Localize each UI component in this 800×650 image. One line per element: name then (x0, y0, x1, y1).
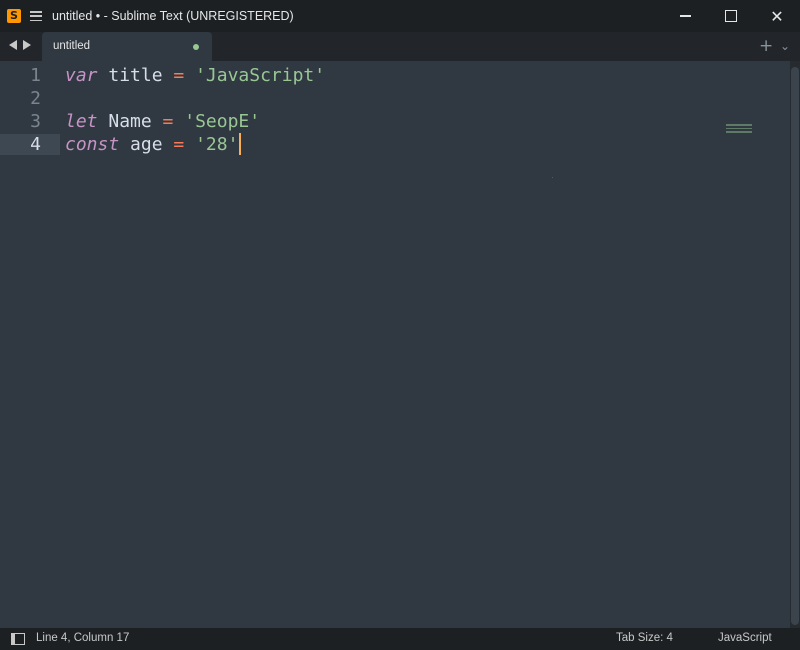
minimap[interactable] (726, 124, 752, 134)
minimize-button[interactable] (662, 0, 708, 32)
code-editor[interactable]: 1 var title = 'JavaScript' 2 3 let Name = 'S… (0, 61, 790, 628)
code-text: const age = '28' (65, 133, 242, 156)
tab-bar: untitled + ⌄ (0, 32, 800, 61)
maximize-button[interactable] (708, 0, 754, 32)
code-token-op: = (162, 111, 174, 132)
code-token-str: 'JavaScript' (195, 65, 326, 86)
code-token-id: title (97, 65, 174, 86)
new-tab-plus-icon[interactable]: + (759, 36, 773, 56)
line-number: 1 (30, 65, 41, 86)
line-number: 2 (30, 88, 41, 109)
tab-navigation (9, 40, 31, 50)
code-token-id (173, 111, 184, 132)
code-token-kw: const (65, 134, 120, 155)
code-token-str: 'SeopE' (184, 111, 261, 132)
hamburger-menu-icon[interactable] (30, 11, 42, 21)
code-token-op: = (173, 134, 185, 155)
unsaved-dot-icon[interactable] (193, 44, 199, 50)
tab-list-chevron-icon[interactable]: ⌄ (780, 39, 790, 53)
maximize-icon (725, 10, 737, 22)
code-token-kw: var (65, 65, 98, 86)
code-token-id (184, 65, 195, 86)
line-number: 3 (30, 111, 41, 132)
code-token-id (184, 134, 195, 155)
syntax-selector[interactable]: JavaScript (718, 632, 772, 644)
pixel-artifact (552, 177, 553, 178)
cursor-position[interactable]: Line 4, Column 17 (36, 632, 129, 644)
code-token-op: = (173, 65, 185, 86)
code-text: var title = 'JavaScript' (65, 64, 325, 87)
close-button[interactable]: ✕ (754, 0, 800, 32)
window-title: untitled • - Sublime Text (UNREGISTERED) (52, 9, 294, 23)
minimize-icon (679, 15, 691, 17)
code-token-id: Name (97, 111, 163, 132)
sublime-logo-icon[interactable]: S (7, 9, 21, 23)
text-caret (239, 133, 242, 155)
code-token-kw: let (65, 111, 98, 132)
code-token-str: '28' (195, 134, 239, 155)
tab-untitled[interactable]: untitled (42, 32, 212, 61)
scrollbar-thumb[interactable] (791, 67, 799, 625)
close-icon: ✕ (770, 6, 784, 26)
toggle-sidebar-icon[interactable] (11, 633, 25, 645)
next-tab-arrow-icon[interactable] (23, 40, 31, 50)
previous-tab-arrow-icon[interactable] (9, 40, 17, 50)
title-bar: S untitled • - Sublime Text (UNREGISTERE… (0, 0, 800, 32)
code-token-id: age (119, 134, 174, 155)
tab-label: untitled (53, 40, 91, 52)
code-text: let Name = 'SeopE' (65, 110, 260, 133)
tab-size[interactable]: Tab Size: 4 (616, 632, 673, 644)
status-bar: Line 4, Column 17 Tab Size: 4 JavaScript (0, 628, 800, 650)
line-number: 4 (30, 134, 41, 155)
vertical-scrollbar[interactable] (790, 61, 800, 628)
